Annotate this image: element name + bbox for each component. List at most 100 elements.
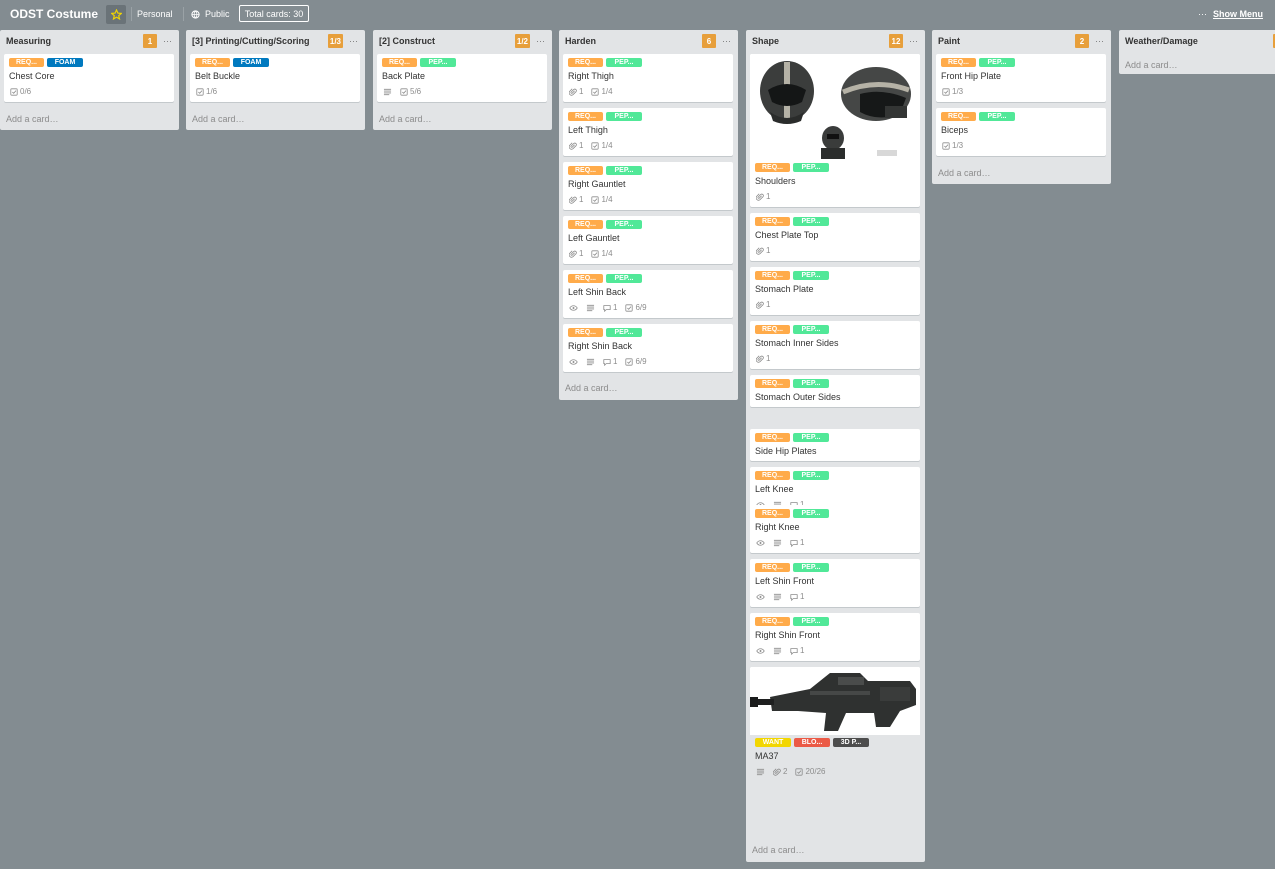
- card-label[interactable]: REQ...: [382, 58, 417, 67]
- card-label[interactable]: REQ...: [568, 112, 603, 121]
- card-label[interactable]: PEP...: [606, 274, 642, 283]
- card[interactable]: REQ... PEP... Right Gauntlet 1 1/4: [563, 162, 733, 210]
- card-label[interactable]: PEP...: [979, 112, 1015, 121]
- card-label[interactable]: FOAM: [233, 58, 269, 67]
- card-label[interactable]: PEP...: [793, 379, 829, 388]
- card[interactable]: REQ... FOAM Belt Buckle 1/6: [190, 54, 360, 102]
- card-label[interactable]: PEP...: [793, 325, 829, 334]
- list[interactable]: Harden 6 ··· REQ... PEP... Right Thigh 1 1/4 REQ…: [559, 30, 738, 400]
- card-label[interactable]: PEP...: [793, 271, 829, 280]
- card-label[interactable]: REQ...: [755, 163, 790, 172]
- card-label[interactable]: PEP...: [606, 220, 642, 229]
- add-card-link[interactable]: Add a card…: [938, 168, 991, 178]
- card[interactable]: REQ... PEP... Right Thigh 1 1/4: [563, 54, 733, 102]
- list-menu-icon[interactable]: ···: [349, 36, 358, 46]
- add-card-link[interactable]: Add a card…: [6, 114, 59, 124]
- card-label[interactable]: REQ...: [568, 220, 603, 229]
- card-label[interactable]: PEP...: [793, 217, 829, 226]
- team-button[interactable]: Personal: [137, 9, 173, 19]
- card[interactable]: REQ... PEP... Stomach Plate 1: [750, 267, 920, 315]
- card-label[interactable]: PEP...: [420, 58, 456, 67]
- card-label[interactable]: REQ...: [568, 328, 603, 337]
- card-label[interactable]: BLO...: [794, 738, 830, 747]
- list-menu-icon[interactable]: ···: [1095, 36, 1104, 46]
- card[interactable]: REQ... PEP... Stomach Outer Sides: [750, 375, 920, 407]
- card-label[interactable]: PEP...: [606, 166, 642, 175]
- card-label[interactable]: REQ...: [755, 509, 790, 518]
- visibility-button[interactable]: Public: [191, 9, 230, 19]
- card-label[interactable]: REQ...: [195, 58, 230, 67]
- card-label[interactable]: PEP...: [606, 112, 642, 121]
- card[interactable]: REQ... PEP... Front Hip Plate 1/3: [936, 54, 1106, 102]
- list-title[interactable]: Weather/Damage: [1125, 36, 1198, 46]
- card[interactable]: REQ... PEP... Left Gauntlet 1 1/4: [563, 216, 733, 264]
- card-label[interactable]: WANT: [755, 738, 791, 747]
- card[interactable]: REQ... PEP... Right Shin Front 1: [750, 613, 920, 661]
- card-label[interactable]: REQ...: [9, 58, 44, 67]
- add-card-link[interactable]: Add a card…: [379, 114, 432, 124]
- list-title[interactable]: Paint: [938, 36, 960, 46]
- list-menu-icon[interactable]: ···: [909, 36, 918, 46]
- card[interactable]: REQ... PEP... Left Shin Front 1: [750, 559, 920, 607]
- card-label[interactable]: REQ...: [568, 58, 603, 67]
- list[interactable]: Weather/Damage0Add a card…: [1119, 30, 1275, 74]
- card-label[interactable]: REQ...: [755, 433, 790, 442]
- card-label[interactable]: REQ...: [755, 379, 790, 388]
- card-label[interactable]: PEP...: [793, 509, 829, 518]
- card-label[interactable]: PEP...: [793, 617, 829, 626]
- list-title[interactable]: Harden: [565, 36, 596, 46]
- card[interactable]: REQ... PEP... Chest Plate Top 1: [750, 213, 920, 261]
- list-menu-icon[interactable]: ···: [163, 36, 172, 46]
- card-label[interactable]: REQ...: [755, 563, 790, 572]
- card-label[interactable]: REQ...: [755, 471, 790, 480]
- card-label[interactable]: REQ...: [941, 112, 976, 121]
- card-label[interactable]: REQ...: [755, 325, 790, 334]
- card[interactable]: REQ... PEP... Left Thigh 1 1/4: [563, 108, 733, 156]
- card[interactable]: REQ... PEP... Biceps 1/3: [936, 108, 1106, 156]
- card[interactable]: REQ... PEP... Right Shin Back 1 6/9: [563, 324, 733, 372]
- show-menu-button[interactable]: ··· Show Menu: [1198, 9, 1263, 19]
- card-label[interactable]: FOAM: [47, 58, 83, 67]
- card[interactable]: REQ... PEP... Side Hip Plates: [750, 429, 920, 461]
- checklist-badge: 1/6: [196, 87, 217, 96]
- list[interactable]: Shape12···REQ...PUR...Helmet1REQ...PEP..…: [746, 30, 925, 862]
- list-title[interactable]: Measuring: [6, 36, 51, 46]
- card-label[interactable]: PEP...: [606, 58, 642, 67]
- list-title[interactable]: Shape: [752, 36, 779, 46]
- card-label[interactable]: REQ...: [568, 166, 603, 175]
- list[interactable]: Measuring 1 ··· REQ... FOAM Chest Core 0/6 Add …: [0, 30, 179, 130]
- board-title[interactable]: ODST Costume: [10, 7, 98, 21]
- add-card-link[interactable]: Add a card…: [192, 114, 245, 124]
- list[interactable]: [2] Construct 1/2 ··· REQ... PEP... Back Plat…: [373, 30, 552, 130]
- list-title[interactable]: [3] Printing/Cutting/Scoring: [192, 36, 310, 46]
- card-label[interactable]: 3D P...: [833, 738, 869, 747]
- list[interactable]: [3] Printing/Cutting/Scoring 1/3 ··· REQ...…: [186, 30, 365, 130]
- card[interactable]: REQ... PEP... Shoulders 1: [750, 159, 920, 207]
- card[interactable]: REQ... PEP... Left Shin Back 1 6/9: [563, 270, 733, 318]
- add-card-link[interactable]: Add a card…: [752, 845, 805, 855]
- list-menu-icon[interactable]: ···: [536, 36, 545, 46]
- card-label[interactable]: PEP...: [793, 163, 829, 172]
- list-menu-icon[interactable]: ···: [722, 36, 731, 46]
- card-label[interactable]: REQ...: [755, 217, 790, 226]
- card[interactable]: REQ... PEP... Back Plate 5/6: [377, 54, 547, 102]
- card[interactable]: REQ... FOAM Chest Core 0/6: [4, 54, 174, 102]
- list-title[interactable]: [2] Construct: [379, 36, 435, 46]
- card-label[interactable]: PEP...: [606, 328, 642, 337]
- card-label[interactable]: REQ...: [755, 617, 790, 626]
- comment-count: 1: [800, 592, 805, 601]
- add-card-link[interactable]: Add a card…: [565, 383, 618, 393]
- add-card-link[interactable]: Add a card…: [1125, 60, 1178, 70]
- card[interactable]: REQ... PEP... Right Knee 1: [750, 505, 920, 553]
- list[interactable]: Paint 2 ··· REQ... PEP... Front Hip Plate 1/3 R…: [932, 30, 1111, 184]
- card-label[interactable]: PEP...: [793, 433, 829, 442]
- card-label[interactable]: REQ...: [755, 271, 790, 280]
- card-label[interactable]: PEP...: [793, 563, 829, 572]
- card-label[interactable]: PEP...: [979, 58, 1015, 67]
- card-label[interactable]: REQ...: [941, 58, 976, 67]
- star-board-button[interactable]: [106, 5, 126, 24]
- card-label[interactable]: PEP...: [793, 471, 829, 480]
- card-label[interactable]: REQ...: [568, 274, 603, 283]
- card[interactable]: REQ... PEP... Stomach Inner Sides 1: [750, 321, 920, 369]
- card[interactable]: WANT BLO... 3D P... MA37 2 20/26: [750, 667, 920, 776]
